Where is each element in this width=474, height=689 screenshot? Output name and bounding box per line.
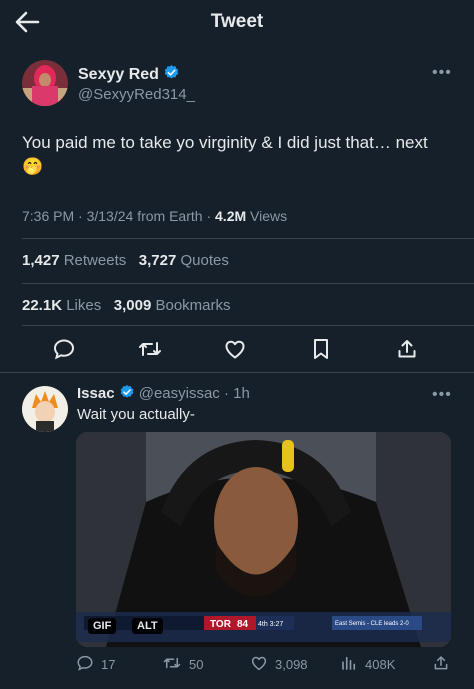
reply-action-bar: 17 50 3,098 408K [76, 654, 466, 676]
retweets-label: Retweets [63, 252, 127, 269]
views-icon [340, 654, 358, 675]
reply-author-handle[interactable]: @easyissac [139, 385, 220, 402]
tweet-date: 3/13/24 [86, 208, 134, 224]
reply-icon[interactable] [48, 334, 80, 364]
bookmarks-label: Bookmarks [155, 297, 231, 314]
reply-retweet-button[interactable]: 50 [162, 654, 203, 675]
alt-badge[interactable]: ALT [132, 618, 163, 634]
verified-badge-icon [163, 64, 180, 86]
reply-replies-count: 17 [101, 657, 116, 672]
gif-frame-image [76, 432, 451, 647]
top-bar: Tweet [0, 0, 474, 44]
tweet-action-bar [0, 334, 474, 364]
reply-text: Wait you actually- [77, 406, 195, 423]
divider [22, 283, 474, 284]
verified-badge-icon [119, 384, 135, 404]
scoreboard-score: 84 [237, 619, 249, 630]
tweet-emoji: 🤭 [22, 157, 44, 176]
bookmark-icon[interactable] [305, 334, 337, 364]
reply-views-count: 408K [365, 657, 396, 672]
reply-age: 1h [233, 385, 250, 402]
author-handle[interactable]: @SexyyRed314_ [78, 86, 195, 103]
divider [22, 325, 474, 326]
likes-label: Likes [66, 297, 102, 314]
reply-reply-button[interactable]: 17 [76, 654, 115, 675]
divider [0, 372, 474, 373]
bookmarks-stat[interactable]: 3,009 Bookmarks [114, 297, 231, 314]
bookmarks-count: 3,009 [113, 297, 152, 314]
retweets-count: 1,427 [22, 252, 60, 269]
retweet-icon [162, 654, 182, 675]
tweet-text: You paid me to take yo virginity & I did… [22, 131, 457, 179]
retweet-quote-stats: 1,427 Retweets 3,727 Quotes [22, 252, 229, 269]
retweets-stat[interactable]: 1,427 Retweets [22, 252, 126, 269]
reply-retweets-count: 50 [189, 657, 204, 672]
likes-stat[interactable]: 22.1K Likes [22, 297, 101, 314]
views-label: Views [250, 208, 288, 224]
more-options-icon[interactable]: ••• [432, 64, 452, 82]
tweet-source: from Earth [137, 208, 203, 224]
share-icon [432, 654, 450, 675]
tweet-time: 7:36 PM [22, 208, 75, 224]
like-icon [250, 654, 268, 675]
tweet-meta: 7:36 PM · 3/13/24 from Earth · 4.2M View… [22, 208, 288, 224]
reply-share-button[interactable] [432, 654, 450, 675]
reply-gif-media[interactable]: TOR 84 4th 3:27 East Semis - CLE leads 2… [76, 432, 451, 647]
retweet-icon[interactable] [134, 334, 166, 364]
reply-author-avatar[interactable] [22, 386, 68, 432]
views-count: 4.2M [215, 208, 247, 224]
tweet-body: You paid me to take yo virginity & I did… [22, 133, 428, 152]
reply-header: Issac @easyissac · 1h [77, 384, 250, 404]
quotes-count: 3,727 [138, 252, 177, 269]
page-title: Tweet [210, 11, 264, 32]
scoreboard-series: East Semis - CLE leads 2-0 [335, 621, 409, 627]
like-bookmark-stats: 22.1K Likes 3,009 Bookmarks [22, 297, 231, 314]
like-icon[interactable] [219, 334, 251, 364]
reply-icon [76, 654, 94, 675]
reply-likes-count: 3,098 [275, 657, 308, 672]
author-name[interactable]: Sexyy Red [78, 66, 159, 83]
divider [22, 238, 474, 239]
author-name-row[interactable]: Sexyy Red [78, 64, 180, 86]
reply-author-name[interactable]: Issac [77, 385, 115, 402]
scoreboard-team: TOR [210, 619, 231, 630]
quotes-label: Quotes [180, 252, 229, 269]
gif-badge: GIF [88, 618, 117, 634]
author-avatar[interactable] [22, 60, 68, 106]
reply-like-button[interactable]: 3,098 [250, 654, 308, 675]
scoreboard-quarter: 4th 3:27 [258, 621, 284, 628]
reply-views-button[interactable]: 408K [340, 654, 395, 675]
reply-more-options-icon[interactable]: ••• [432, 386, 452, 404]
share-icon[interactable] [391, 334, 423, 364]
likes-count: 22.1K [22, 297, 63, 314]
quotes-stat[interactable]: 3,727 Quotes [139, 252, 229, 269]
